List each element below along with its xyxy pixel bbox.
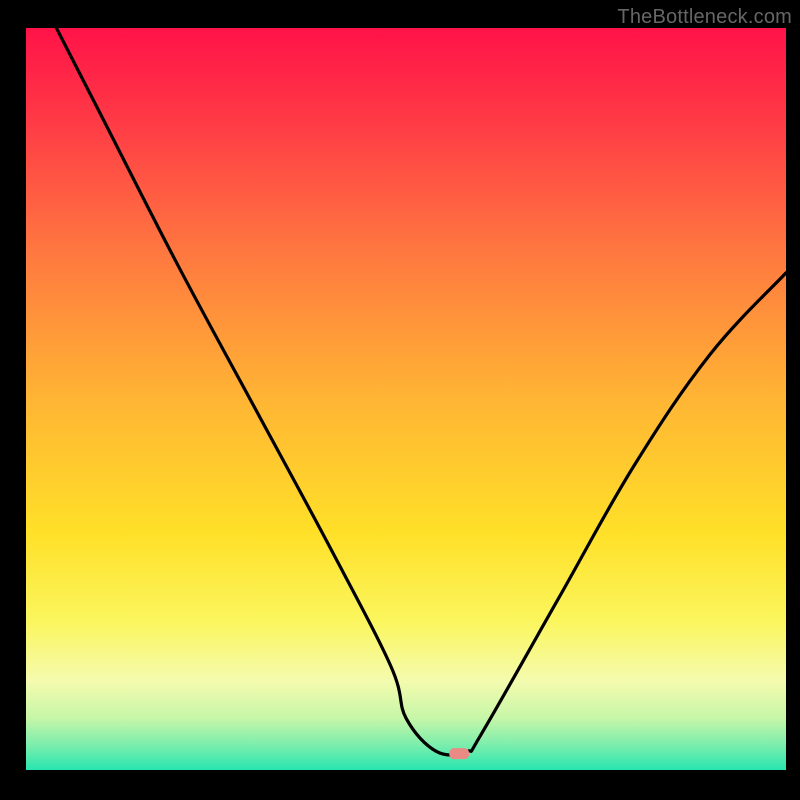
plot-background [26, 28, 786, 770]
chart-canvas [0, 0, 800, 800]
minimum-marker [449, 748, 469, 759]
bottleneck-chart [0, 0, 800, 800]
watermark-text: TheBottleneck.com [617, 6, 792, 29]
